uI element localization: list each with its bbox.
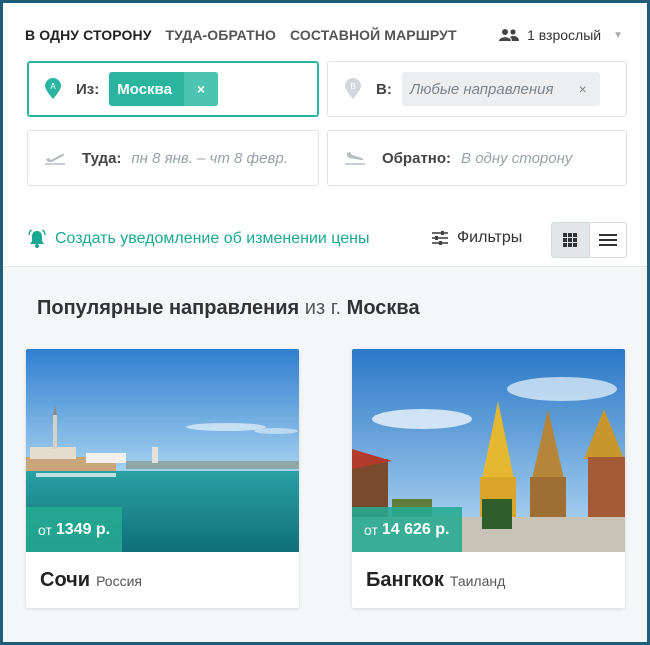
search-panel: В ОДНУ СТОРОНУ ТУДА-ОБРАТНО СОСТАВНОЙ МА… [3, 3, 647, 267]
sochi-photo: от 1349 р. [26, 349, 299, 552]
bangkok-city: Бангкок [366, 569, 444, 591]
popular-origin-city: Москва [346, 297, 420, 319]
bangkok-caption: Бангкок Таиланд [366, 569, 505, 592]
popular-destinations-title: Популярные направления из г. Москва [37, 297, 420, 320]
depart-label: Туда: [82, 149, 122, 167]
depart-date-field[interactable]: Туда: пн 8 янв. – чт 8 февр. [27, 130, 319, 186]
from-chip: Москва × [109, 72, 218, 106]
to-label: В: [376, 80, 392, 98]
view-toggle [551, 222, 627, 258]
to-value: Любые направления [409, 80, 554, 98]
filters-button[interactable]: Фильтры [431, 229, 522, 247]
sochi-country: Россия [96, 573, 142, 589]
app-frame: В ОДНУ СТОРОНУ ТУДА-ОБРАТНО СОСТАВНОЙ МА… [0, 0, 650, 645]
destination-card-sochi[interactable]: от 1349 р. Сочи Россия [26, 349, 299, 608]
bell-icon [28, 229, 46, 248]
depart-placeholder: пн 8 янв. – чт 8 февр. [131, 149, 288, 167]
sochi-price: 1349 р. [55, 520, 111, 538]
tab-round-trip[interactable]: ТУДА-ОБРАТНО [166, 27, 277, 43]
sochi-price-prefix: от [38, 521, 52, 538]
users-icon [499, 29, 520, 41]
svg-text:B: B [350, 82, 355, 91]
to-field[interactable]: B В: Любые направления × [327, 61, 627, 117]
landing-icon [345, 152, 365, 165]
chevron-down-icon: ▼ [613, 29, 623, 41]
price-alert-label: Создать уведомление об изменении цены [55, 230, 370, 247]
svg-text:A: A [50, 82, 56, 91]
grid-view-button[interactable] [552, 223, 590, 257]
takeoff-icon [45, 153, 65, 165]
bangkok-price-prefix: от [364, 521, 378, 538]
passengers-selector[interactable]: 1 взрослый ▼ [499, 27, 623, 43]
pin-b-icon: B [344, 78, 362, 100]
destination-card-bangkok[interactable]: от 14 626 р. Бангкок Таиланд [352, 349, 625, 608]
price-alert-link[interactable]: Создать уведомление об изменении цены [27, 229, 370, 249]
bangkok-price: 14 626 р. [381, 520, 450, 538]
from-value: Москва [117, 80, 172, 98]
bangkok-photo: от 14 626 р. [352, 349, 625, 552]
clear-from-icon[interactable]: × [183, 72, 218, 106]
pin-a-icon: A [44, 78, 62, 100]
sochi-city: Сочи [40, 569, 91, 591]
trip-type-tabs: В ОДНУ СТОРОНУ ТУДА-ОБРАТНО СОСТАВНОЙ МА… [25, 27, 457, 43]
sochi-price-badge: от 1349 р. [26, 507, 123, 552]
return-label: Обратно: [382, 149, 452, 167]
popular-title: Популярные направления [37, 297, 300, 319]
return-placeholder: В одну сторону [461, 149, 573, 167]
clear-to-icon[interactable]: × [565, 72, 600, 106]
to-chip: Любые направления × [401, 72, 600, 106]
tab-one-way[interactable]: В ОДНУ СТОРОНУ [25, 27, 152, 43]
sochi-caption: Сочи Россия [40, 569, 142, 592]
list-view-button[interactable] [590, 223, 627, 257]
passengers-label: 1 взрослый [527, 27, 602, 43]
tab-multi-city[interactable]: СОСТАВНОЙ МАРШРУТ [290, 27, 457, 43]
bangkok-price-badge: от 14 626 р. [352, 507, 462, 552]
return-date-field[interactable]: Обратно: В одну сторону [327, 130, 627, 186]
bangkok-country: Таиланд [449, 573, 506, 589]
popular-from-text: из г. [304, 297, 342, 319]
from-field[interactable]: A Из: Москва × [27, 61, 319, 117]
filters-label: Фильтры [457, 229, 523, 246]
list-icon [598, 234, 617, 246]
from-label: Из: [76, 80, 100, 98]
grid-icon [563, 233, 578, 247]
sliders-icon [432, 231, 448, 245]
